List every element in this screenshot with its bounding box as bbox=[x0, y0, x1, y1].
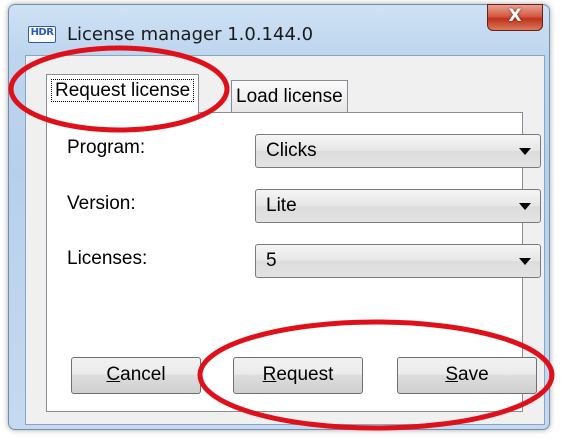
save-button[interactable]: Save bbox=[397, 357, 537, 394]
cancel-button[interactable]: Cancel bbox=[71, 357, 201, 394]
tab-request-license-label: Request license bbox=[51, 79, 195, 102]
request-license-panel: Program: Clicks Version: Lite Licenses: … bbox=[46, 112, 541, 412]
screenshot-stage: HDR License manager 1.0.144.0 X Request … bbox=[0, 0, 562, 439]
app-icon: HDR bbox=[28, 26, 56, 43]
program-select[interactable]: Clicks bbox=[255, 134, 541, 168]
licenses-label: Licenses: bbox=[67, 248, 148, 269]
close-icon: X bbox=[508, 6, 522, 26]
cancel-mnemonic: C bbox=[106, 364, 121, 385]
tab-request-license[interactable]: Request license bbox=[46, 74, 200, 114]
chevron-down-icon bbox=[519, 203, 531, 210]
licenses-select-value: 5 bbox=[266, 250, 277, 271]
request-mnemonic: R bbox=[262, 364, 277, 385]
client-area: Request license Load license Program: Cl… bbox=[25, 55, 545, 425]
title-bar[interactable]: HDR License manager 1.0.144.0 X bbox=[9, 4, 549, 49]
request-button-label: equest bbox=[276, 364, 334, 385]
cancel-button-label: ancel bbox=[120, 364, 166, 385]
close-button[interactable]: X bbox=[487, 4, 543, 31]
license-manager-window: HDR License manager 1.0.144.0 X Request … bbox=[8, 4, 550, 430]
program-label: Program: bbox=[67, 137, 146, 158]
tab-load-license[interactable]: Load license bbox=[231, 80, 348, 112]
version-select[interactable]: Lite bbox=[255, 189, 541, 223]
licenses-select[interactable]: 5 bbox=[255, 244, 541, 278]
save-button-label: ave bbox=[458, 364, 489, 385]
save-mnemonic: S bbox=[445, 364, 459, 385]
tab-load-license-label: Load license bbox=[236, 86, 343, 107]
chevron-down-icon bbox=[519, 258, 531, 265]
version-select-value: Lite bbox=[266, 195, 297, 216]
window-title: License manager 1.0.144.0 bbox=[67, 24, 314, 45]
chevron-down-icon bbox=[519, 148, 531, 155]
request-button[interactable]: Request bbox=[233, 357, 363, 394]
version-label: Version: bbox=[67, 193, 136, 214]
program-select-value: Clicks bbox=[266, 140, 317, 161]
